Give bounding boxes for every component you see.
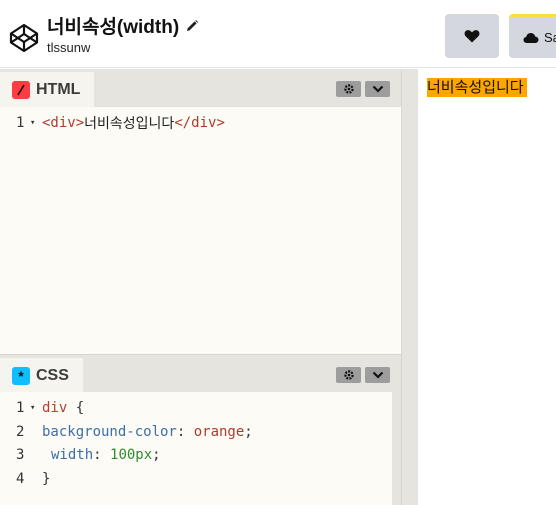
app-header: 너비속성(width) tlssunw Sa bbox=[0, 0, 556, 68]
html-collapse-button[interactable] bbox=[365, 81, 390, 97]
pen-title[interactable]: 너비속성(width) bbox=[47, 12, 179, 39]
tab-css-label: CSS bbox=[36, 366, 69, 384]
html-code-editor[interactable]: 1 ▾ <div> 너비속성입니다 </div> bbox=[0, 107, 401, 354]
line-number: 2 bbox=[16, 424, 25, 440]
css-settings-button[interactable] bbox=[336, 367, 361, 383]
tab-html[interactable]: HTML bbox=[0, 72, 95, 107]
editors-column: HTML 1 ▾ <div> 너비속성입니다 </div> * CSS 1 ▾ … bbox=[0, 69, 401, 505]
css-collapse-button[interactable] bbox=[365, 367, 390, 383]
css-open-brace: { bbox=[67, 400, 85, 416]
css-semicolon: ; bbox=[244, 424, 253, 440]
save-button[interactable]: Sa bbox=[509, 14, 556, 58]
line-number: 1 bbox=[16, 115, 25, 131]
css-semicolon: ; bbox=[152, 447, 161, 463]
tab-css[interactable]: * CSS bbox=[0, 358, 83, 393]
open-tag: <div> bbox=[42, 115, 85, 131]
css-pane-header: * CSS bbox=[0, 354, 401, 393]
html-pane-header: HTML bbox=[0, 69, 401, 107]
fold-arrow-icon[interactable]: ▾ bbox=[30, 118, 42, 128]
css-property: width bbox=[51, 447, 94, 463]
css-value: 100px bbox=[110, 447, 153, 463]
result-preview: 너비속성입니다 bbox=[418, 69, 556, 505]
html-badge-icon bbox=[12, 80, 30, 99]
css-badge-icon: * bbox=[12, 366, 30, 385]
save-button-label: Sa bbox=[544, 30, 556, 45]
pane-resize-divider[interactable] bbox=[401, 69, 418, 505]
fold-arrow-icon[interactable]: ▾ bbox=[30, 403, 42, 413]
like-button[interactable] bbox=[445, 14, 499, 58]
close-tag: </div> bbox=[174, 115, 225, 131]
codepen-logo-icon[interactable] bbox=[8, 22, 40, 54]
code-line: 1 ▾ <div> 너비속성입니다 </div> bbox=[0, 112, 225, 134]
gear-icon bbox=[343, 84, 354, 94]
css-code-editor[interactable]: 1 ▾ div { 2 background-color: orange; 3 … bbox=[0, 392, 392, 505]
cloud-icon bbox=[523, 32, 539, 43]
css-close-brace: } bbox=[42, 471, 51, 487]
line-number: 3 bbox=[16, 447, 25, 463]
code-line: 1 ▾ div { bbox=[0, 397, 84, 419]
pen-title-row: 너비속성(width) bbox=[47, 12, 199, 39]
preview-div: 너비속성입니다 bbox=[427, 78, 527, 97]
line-number: 1 bbox=[16, 400, 25, 416]
css-colon: : bbox=[93, 447, 111, 463]
html-settings-button[interactable] bbox=[336, 81, 361, 97]
pen-author[interactable]: tlssunw bbox=[47, 40, 90, 55]
code-line: 3 width: 100px; bbox=[0, 444, 161, 466]
code-line: 4 } bbox=[0, 468, 50, 490]
chevron-down-icon bbox=[372, 85, 383, 93]
line-number: 4 bbox=[16, 471, 25, 487]
code-line: 2 background-color: orange; bbox=[0, 421, 253, 443]
css-selector: div bbox=[42, 400, 68, 416]
text-content: 너비속성입니다 bbox=[84, 116, 175, 132]
heart-icon bbox=[464, 30, 480, 43]
gear-icon bbox=[343, 370, 354, 380]
pencil-icon[interactable] bbox=[185, 19, 199, 33]
tab-html-label: HTML bbox=[36, 80, 81, 98]
css-colon: : bbox=[176, 424, 194, 440]
css-value: orange bbox=[193, 424, 245, 440]
css-property: background-color bbox=[42, 424, 177, 440]
chevron-down-icon bbox=[372, 371, 383, 379]
